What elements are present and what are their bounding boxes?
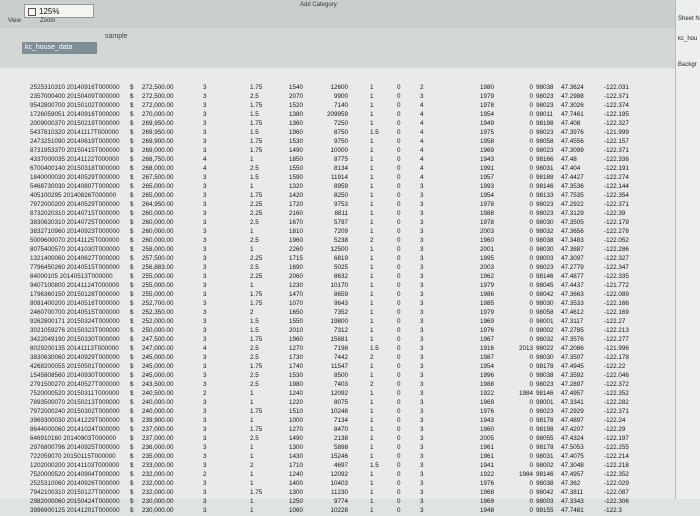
toolbar: 125% View Zoom Add Category (0, 0, 700, 29)
row-sqft: 1060 (288, 507, 303, 514)
sheet-name-label: Sheet N (678, 16, 700, 22)
column-label: sample (105, 33, 128, 40)
row-price: 230,000.00 (142, 507, 174, 514)
row-id-date: 3996900125 20141201T000000 (30, 507, 120, 514)
background-label: Backgr (678, 62, 697, 68)
zoom-control[interactable]: 125% (24, 4, 94, 18)
zoom-value: 125% (39, 7, 60, 16)
row-zipcode: 98155 (536, 507, 554, 514)
row-bathrooms: 1 (250, 507, 254, 514)
row-condition: 3 (420, 507, 424, 514)
column-header-row: kc_house_data sample (0, 28, 675, 68)
row-renovated: 0 (529, 507, 533, 514)
row-lot: 10228 (330, 507, 348, 514)
spreadsheet-area: kc_house_data sample 2525310310 20140916… (0, 28, 675, 514)
zoom-icon (28, 8, 36, 16)
row-bedrooms: 3 (203, 507, 207, 514)
add-category-button[interactable]: Add Category (300, 2, 337, 8)
right-panel: Sheet N kc_hou Backgr (675, 0, 700, 499)
row-currency: $ (130, 507, 134, 514)
row-floors: 1 (370, 507, 374, 514)
selected-column-header[interactable]: kc_house_data (22, 42, 97, 54)
table-row[interactable]: 3996900125 20141201T000000 $230,000.00 3 1 1… (0, 506, 675, 516)
tab-label[interactable]: kc_hou (678, 36, 697, 42)
zoom-label[interactable]: Zoom (40, 18, 55, 24)
row-long: -122.3 (604, 507, 622, 514)
view-label[interactable]: View (8, 18, 21, 24)
row-lat: 47.7481 (561, 507, 584, 514)
row-year-built: 1948 (479, 507, 494, 514)
row-waterfront: 0 (397, 507, 401, 514)
